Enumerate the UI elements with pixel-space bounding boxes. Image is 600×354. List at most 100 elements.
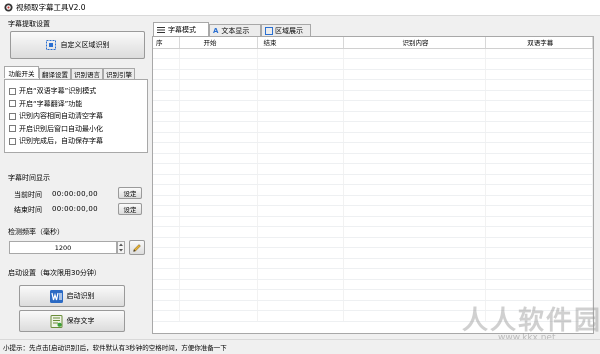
table-cell xyxy=(257,174,344,185)
checkbox[interactable] xyxy=(9,112,16,120)
checkbox[interactable] xyxy=(9,100,16,108)
table-cell xyxy=(257,121,344,133)
table-row[interactable] xyxy=(153,289,593,301)
table-row[interactable] xyxy=(153,100,593,112)
list-icon xyxy=(157,26,165,33)
table-cell xyxy=(257,79,344,91)
table-row[interactable] xyxy=(153,90,593,101)
table-cell xyxy=(153,216,180,227)
table-cell xyxy=(179,258,258,269)
table-cell xyxy=(485,79,593,91)
word-icon xyxy=(49,289,63,303)
table-cell xyxy=(179,195,258,206)
checkbox[interactable] xyxy=(9,125,16,133)
table-row[interactable] xyxy=(153,247,593,259)
table-cell xyxy=(257,184,344,196)
table-row[interactable] xyxy=(153,153,593,164)
options-panel: 开启“双语字幕”识别模式 开启“字幕翻译”功能 识别内容相同自动清空字幕 开启识… xyxy=(4,79,148,153)
table-cell xyxy=(179,237,258,248)
table-row[interactable] xyxy=(153,121,593,133)
table-cell xyxy=(257,58,344,70)
tab-function-switch[interactable]: 功能开关 xyxy=(4,66,39,78)
table-row[interactable] xyxy=(153,163,593,175)
table-row[interactable] xyxy=(153,48,593,59)
table-cell xyxy=(343,205,486,217)
table-row[interactable] xyxy=(153,184,593,196)
tab-text-display[interactable]: A 文本显示 xyxy=(209,24,261,36)
checkbox[interactable] xyxy=(9,137,16,145)
table-row[interactable] xyxy=(153,174,593,185)
table-row[interactable] xyxy=(153,79,593,91)
table-row[interactable] xyxy=(153,132,593,143)
table-row[interactable] xyxy=(153,69,593,80)
option-clear-duplicate[interactable]: 识别内容相同自动清空字幕 xyxy=(9,110,147,123)
tab-translate-settings[interactable]: 翻译设置 xyxy=(39,68,71,79)
table-row[interactable] xyxy=(153,58,593,70)
tab-label: 字幕模式 xyxy=(168,25,196,34)
col-header-end[interactable]: 结束 xyxy=(257,37,344,49)
table-row[interactable] xyxy=(153,237,593,248)
frequency-input[interactable]: 1200 xyxy=(9,241,117,254)
set-end-time-button[interactable]: 设定 xyxy=(118,203,142,215)
table-row[interactable] xyxy=(153,195,593,206)
col-header-content[interactable]: 识别内容 xyxy=(343,37,486,49)
tab-label: 翻译设置 xyxy=(42,71,68,79)
checkbox[interactable] xyxy=(9,87,16,95)
frequency-spinner[interactable] xyxy=(117,241,125,254)
tab-region-display[interactable]: 区域展示 xyxy=(261,24,311,36)
frequency-value: 1200 xyxy=(54,243,72,252)
table-cell xyxy=(179,205,258,217)
table-row[interactable] xyxy=(153,142,593,154)
table-cell xyxy=(153,69,180,80)
option-auto-save[interactable]: 识别完成后，自动保存字幕 xyxy=(9,135,147,148)
option-translate[interactable]: 开启“字幕翻译”功能 xyxy=(9,98,147,111)
option-auto-minimize[interactable]: 开启识别后窗口自动最小化 xyxy=(9,123,147,136)
table-cell xyxy=(153,184,180,196)
table-row[interactable] xyxy=(153,268,593,280)
set-current-time-button[interactable]: 设定 xyxy=(118,187,142,199)
table-row[interactable] xyxy=(153,279,593,290)
table-cell xyxy=(343,111,486,122)
save-text-button[interactable]: 保存文字 xyxy=(19,310,125,332)
start-recognition-button[interactable]: 启动识别 xyxy=(19,285,125,307)
table-row[interactable] xyxy=(153,216,593,227)
table-row[interactable] xyxy=(153,226,593,238)
table-row[interactable] xyxy=(153,258,593,269)
button-label: 保存文字 xyxy=(66,317,95,325)
table-cell xyxy=(485,58,593,70)
table-cell xyxy=(485,247,593,259)
table-cell xyxy=(179,216,258,227)
col-header-start[interactable]: 开始 xyxy=(179,37,258,49)
option-bilingual[interactable]: 开启“双语字幕”识别模式 xyxy=(9,85,147,98)
table-cell xyxy=(257,258,344,269)
edit-frequency-button[interactable] xyxy=(129,240,145,255)
status-text: 小提示：先点击[启动识别]后，软件默认有3秒钟的空格时间，方便你准备一下 xyxy=(3,344,227,352)
tab-subtitle-mode[interactable]: 字幕模式 xyxy=(153,22,209,36)
tab-recognition-language[interactable]: 识别语言 xyxy=(71,68,103,79)
table-cell xyxy=(485,237,593,248)
right-tabs: 字幕模式 A 文本显示 区域展示 xyxy=(153,22,311,36)
button-label: 设定 xyxy=(123,206,137,214)
custom-region-button[interactable]: 自定义区域识别 xyxy=(10,31,145,59)
table-cell xyxy=(179,111,258,122)
save-doc-icon xyxy=(50,314,62,328)
table-cell xyxy=(343,268,486,280)
table-cell xyxy=(257,100,344,112)
table-cell xyxy=(343,237,486,248)
col-header-index[interactable]: 序 xyxy=(153,37,180,49)
table-row[interactable] xyxy=(153,111,593,122)
table-cell xyxy=(343,121,486,133)
table-cell xyxy=(343,142,486,154)
table-cell xyxy=(343,289,486,301)
col-header-bilingual[interactable]: 双语字幕 xyxy=(485,37,593,49)
table-cell xyxy=(343,184,486,196)
table-cell xyxy=(153,237,180,248)
table-cell xyxy=(179,268,258,280)
title-bar: 视频取字幕工具V2.0 xyxy=(0,0,600,16)
tab-recognition-engine[interactable]: 识别引擎 xyxy=(103,68,135,79)
table-cell xyxy=(485,48,593,59)
table-cell xyxy=(257,90,344,101)
watermark: 人人软件园 www.kkx.net xyxy=(462,300,600,343)
table-row[interactable] xyxy=(153,205,593,217)
table-cell xyxy=(179,69,258,80)
